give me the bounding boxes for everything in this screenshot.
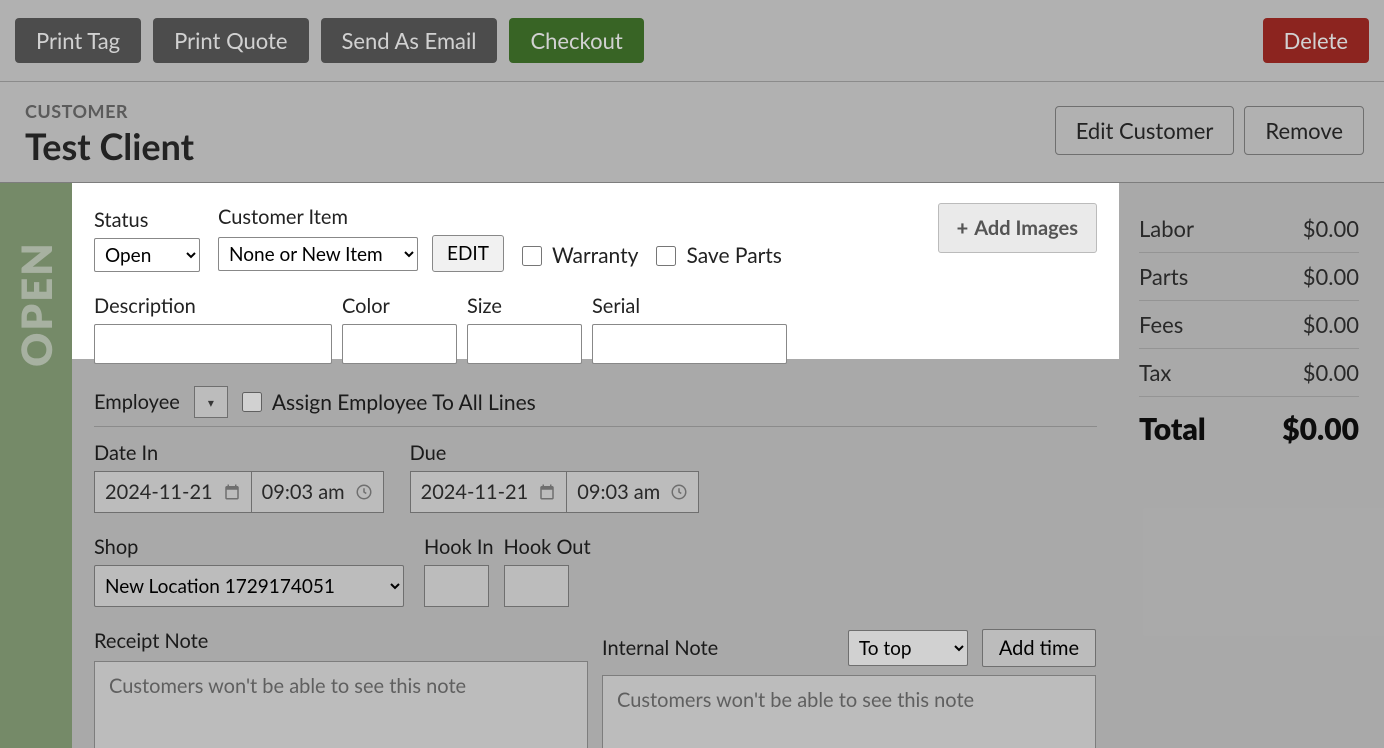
customer-item-select[interactable]: None or New Item: [218, 237, 418, 271]
print-tag-button[interactable]: Print Tag: [15, 18, 141, 63]
warranty-label: Warranty: [552, 243, 638, 268]
calendar-icon: [223, 483, 241, 501]
parts-label: Parts: [1139, 263, 1188, 290]
tax-value: $0.00: [1303, 359, 1359, 386]
date-in-date-value: 2024-11-21: [105, 480, 213, 504]
checkout-button[interactable]: Checkout: [509, 18, 643, 63]
assign-all-checkbox[interactable]: [242, 392, 262, 412]
date-in-date-input[interactable]: 2024-11-21: [94, 471, 251, 513]
employee-select[interactable]: ▾: [194, 386, 228, 418]
due-label: Due: [410, 441, 700, 465]
receipt-note-textarea[interactable]: [94, 661, 588, 748]
fees-label: Fees: [1139, 311, 1183, 338]
date-in-label: Date In: [94, 441, 384, 465]
customer-heading: CUSTOMER: [25, 100, 194, 122]
edit-item-button[interactable]: EDIT: [432, 235, 504, 272]
description-input[interactable]: [94, 324, 332, 364]
date-in-time-input[interactable]: 09:03 am: [251, 471, 384, 513]
size-input[interactable]: [467, 324, 582, 364]
serial-input[interactable]: [592, 324, 787, 364]
add-images-label: Add Images: [974, 216, 1078, 240]
plus-icon: +: [957, 216, 969, 240]
due-date-value: 2024-11-21: [421, 480, 529, 504]
customer-item-label: Customer Item: [218, 205, 504, 229]
due-time-input[interactable]: 09:03 am: [566, 471, 699, 513]
chevron-down-icon: ▾: [208, 395, 214, 410]
status-select[interactable]: Open: [94, 238, 200, 272]
total-value: $0.00: [1282, 411, 1359, 447]
status-label: Status: [94, 208, 200, 232]
tax-label: Tax: [1139, 359, 1171, 386]
save-parts-checkbox[interactable]: [656, 246, 676, 266]
status-strip-label: OPEN: [11, 241, 61, 367]
receipt-note-label: Receipt Note: [94, 629, 588, 653]
employee-label: Employee: [94, 390, 180, 414]
remove-customer-button[interactable]: Remove: [1244, 106, 1364, 155]
due-date-input[interactable]: 2024-11-21: [410, 471, 567, 513]
description-label: Description: [94, 294, 332, 318]
color-label: Color: [342, 294, 457, 318]
total-label: Total: [1139, 411, 1206, 447]
add-images-button[interactable]: + Add Images: [938, 203, 1097, 253]
parts-value: $0.00: [1303, 263, 1359, 290]
add-time-button[interactable]: Add time: [982, 629, 1096, 667]
send-email-button[interactable]: Send As Email: [321, 18, 498, 63]
shop-select[interactable]: New Location 1729174051: [94, 565, 404, 607]
warranty-checkbox[interactable]: [522, 246, 542, 266]
hook-in-input[interactable]: [424, 565, 489, 607]
save-parts-label: Save Parts: [686, 243, 781, 268]
fees-value: $0.00: [1303, 311, 1359, 338]
print-quote-button[interactable]: Print Quote: [153, 18, 308, 63]
calendar-icon: [538, 483, 556, 501]
customer-name: Test Client: [25, 124, 194, 168]
serial-label: Serial: [592, 294, 787, 318]
date-in-time-value: 09:03 am: [262, 480, 345, 504]
labor-label: Labor: [1139, 215, 1194, 242]
edit-customer-button[interactable]: Edit Customer: [1055, 106, 1235, 155]
status-strip: OPEN: [0, 183, 72, 748]
clock-icon: [670, 483, 688, 501]
size-label: Size: [467, 294, 582, 318]
clock-icon: [355, 483, 373, 501]
assign-all-label: Assign Employee To All Lines: [272, 390, 536, 415]
internal-note-label: Internal Note: [602, 636, 718, 660]
hook-out-input[interactable]: [504, 565, 569, 607]
internal-note-textarea[interactable]: [602, 675, 1096, 748]
shop-label: Shop: [94, 535, 404, 559]
color-input[interactable]: [342, 324, 457, 364]
hook-out-label: Hook Out: [504, 535, 591, 559]
due-time-value: 09:03 am: [577, 480, 660, 504]
delete-button[interactable]: Delete: [1263, 18, 1369, 63]
labor-value: $0.00: [1303, 215, 1359, 242]
note-position-select[interactable]: To top: [848, 630, 968, 666]
hook-in-label: Hook In: [424, 535, 494, 559]
